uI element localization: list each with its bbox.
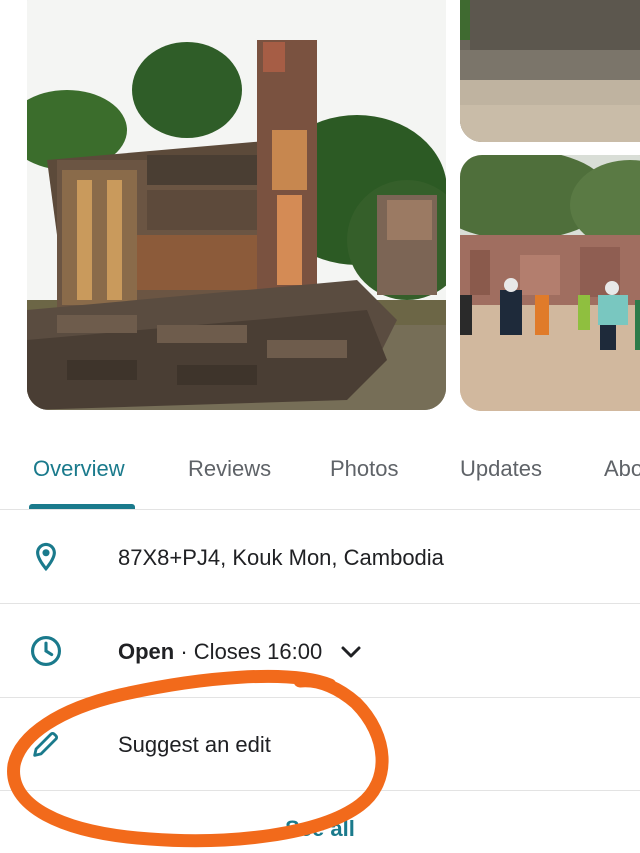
suggest-edit-label: Suggest an edit [118, 732, 271, 757]
hours-status: Open [118, 639, 175, 664]
photo-temple-ruins-art [27, 0, 446, 410]
address-text: 87X8+PJ4, Kouk Mon, Cambodia [118, 545, 444, 570]
hours-close: Closes 16:00 [193, 639, 323, 664]
photo-cyclists[interactable] [460, 155, 640, 411]
photo-cyclists-art [460, 155, 640, 411]
hours-separator: · [174, 639, 194, 664]
chevron-down-icon[interactable] [340, 640, 362, 666]
tab-overview[interactable]: Overview [33, 456, 125, 482]
address-row[interactable]: 87X8+PJ4, Kouk Mon, Cambodia [0, 510, 640, 604]
place-tabs: Overview Reviews Photos Updates Abo [0, 440, 640, 510]
clock-icon [29, 634, 63, 668]
hours-text: Open · Closes 16:00 [118, 639, 362, 666]
suggest-edit-row[interactable]: Suggest an edit [0, 697, 640, 791]
photo-stone-base[interactable] [460, 0, 640, 142]
active-tab-indicator [29, 504, 135, 509]
photo-temple-ruins[interactable] [27, 0, 446, 410]
tab-updates[interactable]: Updates [460, 456, 542, 482]
tab-reviews[interactable]: Reviews [188, 456, 271, 482]
pencil-icon [29, 727, 63, 761]
photo-stone-base-art [460, 0, 640, 142]
hours-row[interactable]: Open · Closes 16:00 [0, 604, 640, 698]
location-pin-icon [29, 540, 63, 574]
photo-gallery[interactable] [0, 0, 640, 420]
see-all-link[interactable]: See all [0, 816, 640, 842]
tab-photos[interactable]: Photos [330, 456, 399, 482]
tab-about[interactable]: Abo [604, 456, 640, 482]
